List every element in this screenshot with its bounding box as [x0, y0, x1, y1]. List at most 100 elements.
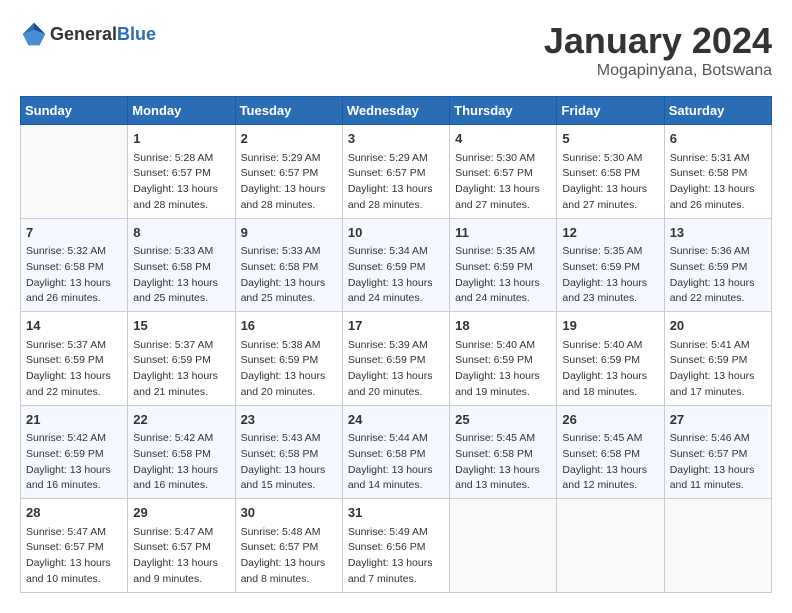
sunset-text: Sunset: 6:57 PM — [26, 540, 122, 556]
daylight-text: Daylight: 13 hours and 28 minutes. — [133, 182, 229, 214]
header-tuesday: Tuesday — [235, 97, 342, 125]
day-number: 6 — [670, 129, 766, 149]
logo-general: General — [50, 24, 117, 44]
day-number: 17 — [348, 316, 444, 336]
sunset-text: Sunset: 6:58 PM — [133, 260, 229, 276]
calendar-cell: 30Sunrise: 5:48 AMSunset: 6:57 PMDayligh… — [235, 499, 342, 593]
daylight-text: Daylight: 13 hours and 15 minutes. — [241, 463, 337, 495]
day-number: 13 — [670, 223, 766, 243]
daylight-text: Daylight: 13 hours and 16 minutes. — [26, 463, 122, 495]
daylight-text: Daylight: 13 hours and 20 minutes. — [348, 369, 444, 401]
header-monday: Monday — [128, 97, 235, 125]
logo: GeneralBlue — [20, 20, 156, 48]
header-friday: Friday — [557, 97, 664, 125]
daylight-text: Daylight: 13 hours and 22 minutes. — [26, 369, 122, 401]
calendar-cell: 5Sunrise: 5:30 AMSunset: 6:58 PMDaylight… — [557, 125, 664, 219]
sunset-text: Sunset: 6:59 PM — [670, 260, 766, 276]
calendar-cell: 7Sunrise: 5:32 AMSunset: 6:58 PMDaylight… — [21, 218, 128, 312]
sunrise-text: Sunrise: 5:34 AM — [348, 244, 444, 260]
sunrise-text: Sunrise: 5:47 AM — [133, 525, 229, 541]
day-number: 1 — [133, 129, 229, 149]
sunset-text: Sunset: 6:58 PM — [241, 447, 337, 463]
calendar-cell: 23Sunrise: 5:43 AMSunset: 6:58 PMDayligh… — [235, 405, 342, 499]
week-row-4: 21Sunrise: 5:42 AMSunset: 6:59 PMDayligh… — [21, 405, 772, 499]
day-number: 31 — [348, 503, 444, 523]
sunset-text: Sunset: 6:58 PM — [562, 166, 658, 182]
sunrise-text: Sunrise: 5:40 AM — [455, 338, 551, 354]
sunset-text: Sunset: 6:58 PM — [455, 447, 551, 463]
sunrise-text: Sunrise: 5:42 AM — [133, 431, 229, 447]
calendar-cell — [557, 499, 664, 593]
sunset-text: Sunset: 6:57 PM — [241, 540, 337, 556]
logo-text: GeneralBlue — [50, 24, 156, 45]
daylight-text: Daylight: 13 hours and 25 minutes. — [133, 276, 229, 308]
header-sunday: Sunday — [21, 97, 128, 125]
daylight-text: Daylight: 13 hours and 28 minutes. — [348, 182, 444, 214]
day-number: 29 — [133, 503, 229, 523]
calendar-header-row: SundayMondayTuesdayWednesdayThursdayFrid… — [21, 97, 772, 125]
day-number: 12 — [562, 223, 658, 243]
title-block: January 2024 Mogapinyana, Botswana — [544, 20, 772, 80]
calendar-cell: 8Sunrise: 5:33 AMSunset: 6:58 PMDaylight… — [128, 218, 235, 312]
sunset-text: Sunset: 6:58 PM — [348, 447, 444, 463]
day-number: 26 — [562, 410, 658, 430]
sunrise-text: Sunrise: 5:28 AM — [133, 151, 229, 167]
sunrise-text: Sunrise: 5:44 AM — [348, 431, 444, 447]
daylight-text: Daylight: 13 hours and 19 minutes. — [455, 369, 551, 401]
daylight-text: Daylight: 13 hours and 8 minutes. — [241, 556, 337, 588]
daylight-text: Daylight: 13 hours and 7 minutes. — [348, 556, 444, 588]
daylight-text: Daylight: 13 hours and 17 minutes. — [670, 369, 766, 401]
sunset-text: Sunset: 6:59 PM — [562, 353, 658, 369]
day-number: 25 — [455, 410, 551, 430]
sunrise-text: Sunrise: 5:37 AM — [26, 338, 122, 354]
day-number: 23 — [241, 410, 337, 430]
sunrise-text: Sunrise: 5:45 AM — [455, 431, 551, 447]
day-number: 20 — [670, 316, 766, 336]
sunrise-text: Sunrise: 5:33 AM — [133, 244, 229, 260]
sunrise-text: Sunrise: 5:36 AM — [670, 244, 766, 260]
header-saturday: Saturday — [664, 97, 771, 125]
calendar-cell: 4Sunrise: 5:30 AMSunset: 6:57 PMDaylight… — [450, 125, 557, 219]
calendar-table: SundayMondayTuesdayWednesdayThursdayFrid… — [20, 96, 772, 593]
calendar-cell: 22Sunrise: 5:42 AMSunset: 6:58 PMDayligh… — [128, 405, 235, 499]
page-header: GeneralBlue January 2024 Mogapinyana, Bo… — [20, 20, 772, 80]
daylight-text: Daylight: 13 hours and 16 minutes. — [133, 463, 229, 495]
sunset-text: Sunset: 6:57 PM — [241, 166, 337, 182]
daylight-text: Daylight: 13 hours and 28 minutes. — [241, 182, 337, 214]
day-number: 22 — [133, 410, 229, 430]
sunset-text: Sunset: 6:57 PM — [670, 447, 766, 463]
day-number: 18 — [455, 316, 551, 336]
daylight-text: Daylight: 13 hours and 25 minutes. — [241, 276, 337, 308]
sunrise-text: Sunrise: 5:38 AM — [241, 338, 337, 354]
day-number: 24 — [348, 410, 444, 430]
calendar-cell: 27Sunrise: 5:46 AMSunset: 6:57 PMDayligh… — [664, 405, 771, 499]
daylight-text: Daylight: 13 hours and 27 minutes. — [455, 182, 551, 214]
calendar-cell: 2Sunrise: 5:29 AMSunset: 6:57 PMDaylight… — [235, 125, 342, 219]
calendar-cell: 25Sunrise: 5:45 AMSunset: 6:58 PMDayligh… — [450, 405, 557, 499]
sunset-text: Sunset: 6:58 PM — [241, 260, 337, 276]
calendar-cell: 13Sunrise: 5:36 AMSunset: 6:59 PMDayligh… — [664, 218, 771, 312]
sunset-text: Sunset: 6:59 PM — [26, 353, 122, 369]
week-row-3: 14Sunrise: 5:37 AMSunset: 6:59 PMDayligh… — [21, 312, 772, 406]
day-number: 2 — [241, 129, 337, 149]
calendar-cell: 9Sunrise: 5:33 AMSunset: 6:58 PMDaylight… — [235, 218, 342, 312]
sunset-text: Sunset: 6:57 PM — [455, 166, 551, 182]
day-number: 4 — [455, 129, 551, 149]
sunrise-text: Sunrise: 5:31 AM — [670, 151, 766, 167]
calendar-cell — [21, 125, 128, 219]
calendar-cell: 16Sunrise: 5:38 AMSunset: 6:59 PMDayligh… — [235, 312, 342, 406]
sunset-text: Sunset: 6:57 PM — [133, 540, 229, 556]
calendar-cell — [450, 499, 557, 593]
calendar-cell: 1Sunrise: 5:28 AMSunset: 6:57 PMDaylight… — [128, 125, 235, 219]
sunrise-text: Sunrise: 5:32 AM — [26, 244, 122, 260]
sunrise-text: Sunrise: 5:35 AM — [455, 244, 551, 260]
day-number: 21 — [26, 410, 122, 430]
sunset-text: Sunset: 6:59 PM — [562, 260, 658, 276]
logo-blue: Blue — [117, 24, 156, 44]
calendar-cell: 26Sunrise: 5:45 AMSunset: 6:58 PMDayligh… — [557, 405, 664, 499]
daylight-text: Daylight: 13 hours and 24 minutes. — [455, 276, 551, 308]
day-number: 7 — [26, 223, 122, 243]
sunrise-text: Sunrise: 5:48 AM — [241, 525, 337, 541]
sunset-text: Sunset: 6:58 PM — [562, 447, 658, 463]
daylight-text: Daylight: 13 hours and 10 minutes. — [26, 556, 122, 588]
